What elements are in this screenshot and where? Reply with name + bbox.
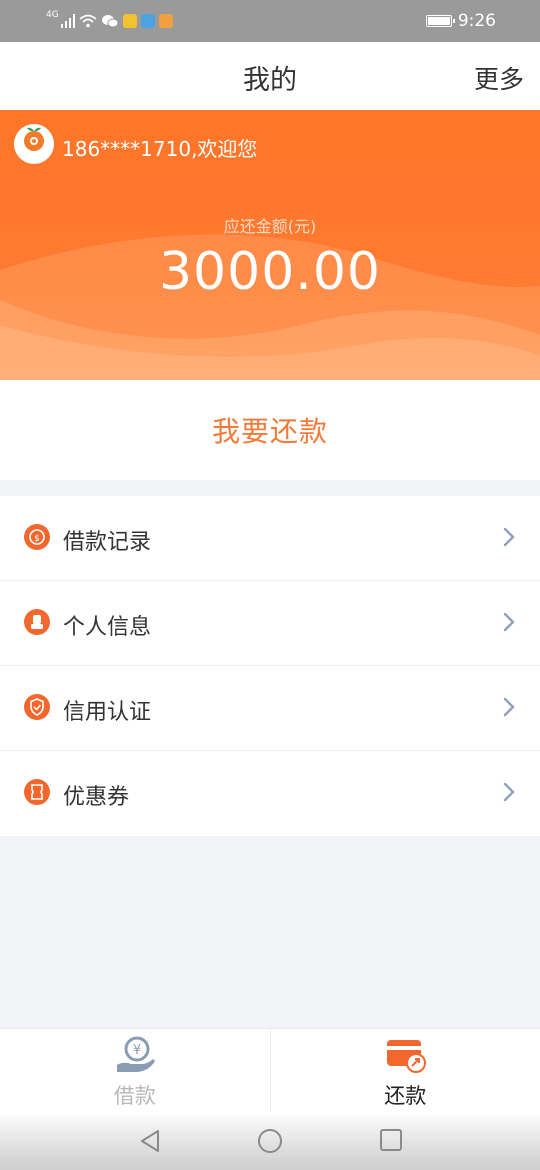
repay-card-icon bbox=[387, 1040, 427, 1073]
menu-list: $ 借款记录 个人信息 信用认证 优惠券 bbox=[0, 496, 540, 836]
tab-repay[interactable]: 还款 bbox=[269, 1029, 540, 1113]
app-notification-icon bbox=[140, 14, 155, 28]
signal-icon bbox=[60, 14, 75, 28]
menu-item-label: 个人信息 bbox=[63, 615, 152, 640]
bottom-tab-bar: ¥ 借款 还款 bbox=[0, 1028, 540, 1113]
menu-item-label: 信用认证 bbox=[63, 700, 152, 725]
app-notification-icon bbox=[122, 14, 137, 28]
status-time: 9:26 bbox=[457, 11, 496, 31]
wifi-icon bbox=[79, 14, 97, 28]
chevron-right-icon bbox=[503, 697, 515, 717]
more-button[interactable]: 更多 bbox=[474, 60, 524, 96]
due-amount-label: 应还金额(元) bbox=[223, 217, 317, 236]
tab-loan[interactable]: ¥ 借款 bbox=[0, 1029, 270, 1113]
system-nav-bar bbox=[0, 1112, 540, 1170]
coupon-icon bbox=[24, 779, 50, 805]
app-logo-avatar[interactable] bbox=[14, 124, 54, 164]
coin-icon: $ bbox=[24, 524, 50, 550]
page-title: 我的 bbox=[243, 65, 297, 96]
repay-section: 我要还款 bbox=[0, 380, 540, 480]
chevron-right-icon bbox=[503, 612, 515, 632]
header: 我的 更多 bbox=[0, 42, 540, 110]
status-bar: 4G 9:26 bbox=[0, 0, 540, 42]
menu-item-coupons[interactable]: 优惠券 bbox=[0, 751, 540, 836]
shield-icon bbox=[24, 694, 50, 720]
tab-label: 还款 bbox=[384, 1084, 427, 1108]
due-amount-value: 3000.00 bbox=[158, 242, 382, 302]
recents-icon[interactable] bbox=[379, 1128, 403, 1152]
orange-logo-icon bbox=[24, 127, 44, 151]
svg-text:¥: ¥ bbox=[133, 1043, 141, 1058]
network-type: 4G bbox=[46, 9, 59, 20]
tab-label: 借款 bbox=[113, 1084, 156, 1108]
status-right: 9:26 bbox=[425, 10, 496, 32]
menu-item-loan-records[interactable]: $ 借款记录 bbox=[0, 496, 540, 581]
menu-item-label: 借款记录 bbox=[63, 530, 152, 555]
home-icon[interactable] bbox=[257, 1128, 283, 1154]
wechat-icon bbox=[101, 15, 119, 28]
app-notification-icon bbox=[158, 14, 173, 28]
person-icon bbox=[24, 609, 50, 635]
status-left: 4G bbox=[46, 10, 173, 32]
menu-item-personal-info[interactable]: 个人信息 bbox=[0, 581, 540, 666]
loan-hand-icon: ¥ bbox=[116, 1036, 155, 1072]
svg-text:$: $ bbox=[34, 534, 40, 544]
back-icon[interactable] bbox=[138, 1128, 162, 1154]
chevron-right-icon bbox=[503, 782, 515, 802]
repay-button[interactable]: 我要还款 bbox=[212, 410, 328, 450]
battery-icon bbox=[425, 15, 455, 27]
account-banner: 186****1710,欢迎您 应还金额(元) 3000.00 bbox=[0, 110, 540, 380]
chevron-right-icon bbox=[503, 527, 515, 547]
welcome-text: 186****1710,欢迎您 bbox=[62, 137, 258, 161]
menu-item-credit-auth[interactable]: 信用认证 bbox=[0, 666, 540, 751]
menu-item-label: 优惠券 bbox=[63, 785, 130, 810]
